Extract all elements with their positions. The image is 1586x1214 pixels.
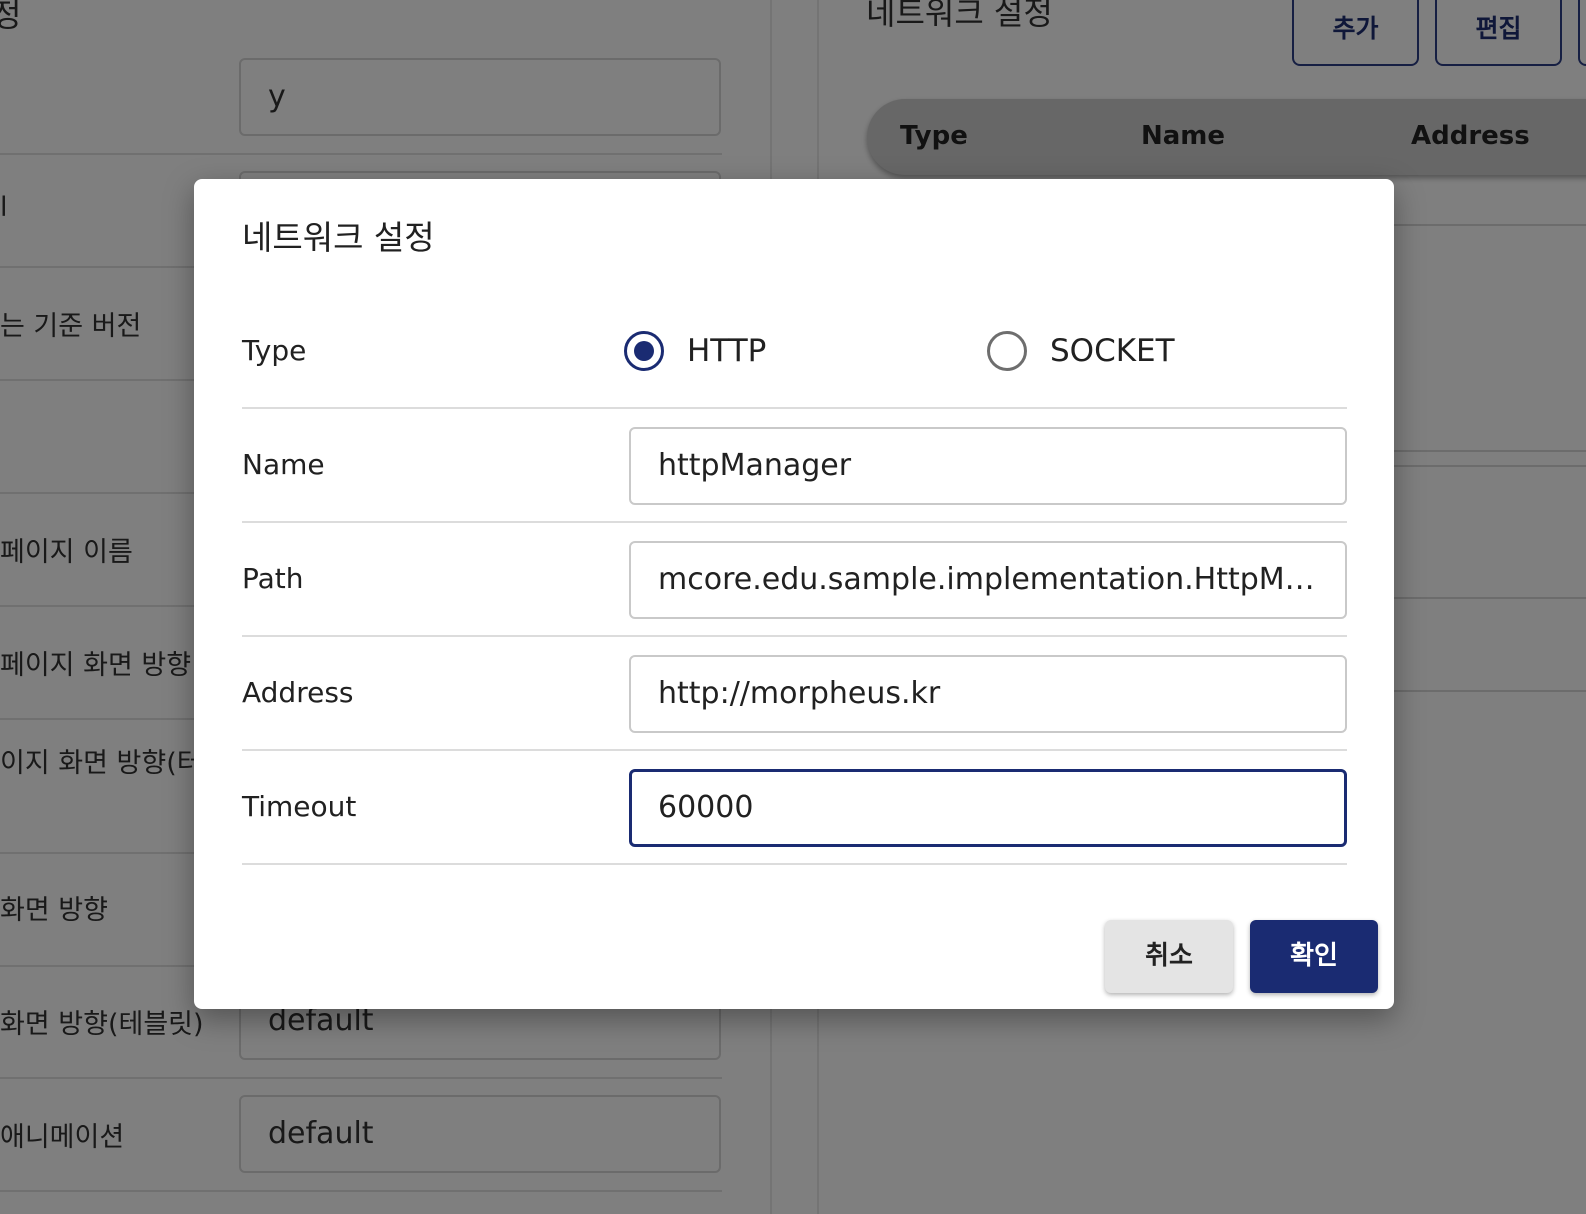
name-row: Name httpManager bbox=[242, 409, 1347, 523]
confirm-button[interactable]: 확인 bbox=[1250, 920, 1378, 993]
address-row: Address http://morpheus.kr bbox=[242, 637, 1347, 751]
radio-option-socket[interactable]: SOCKET bbox=[987, 295, 1175, 407]
cancel-button[interactable]: 취소 bbox=[1105, 920, 1233, 993]
dialog-title: 네트워크 설정 bbox=[242, 218, 435, 257]
network-settings-dialog: 네트워크 설정 Type HTTP SOCKET Name httpManage… bbox=[194, 179, 1394, 1009]
address-label: Address bbox=[242, 676, 354, 709]
name-input[interactable]: httpManager bbox=[629, 427, 1347, 505]
type-row: Type HTTP SOCKET bbox=[242, 295, 1347, 409]
path-row: Path mcore.edu.sample.implementation.Htt… bbox=[242, 523, 1347, 637]
radio-http-icon[interactable] bbox=[624, 331, 664, 371]
radio-socket-icon[interactable] bbox=[987, 331, 1027, 371]
radio-option-http[interactable]: HTTP bbox=[624, 295, 766, 407]
timeout-row: Timeout 60000 bbox=[242, 751, 1347, 865]
radio-http-label[interactable]: HTTP bbox=[687, 333, 766, 369]
address-input[interactable]: http://morpheus.kr bbox=[629, 655, 1347, 733]
radio-socket-label[interactable]: SOCKET bbox=[1050, 333, 1175, 369]
timeout-input[interactable]: 60000 bbox=[629, 769, 1347, 847]
name-label: Name bbox=[242, 448, 325, 481]
path-label: Path bbox=[242, 562, 304, 595]
type-label: Type bbox=[242, 334, 307, 367]
timeout-label: Timeout bbox=[242, 790, 357, 823]
path-input[interactable]: mcore.edu.sample.implementation.HttpMana… bbox=[629, 541, 1347, 619]
